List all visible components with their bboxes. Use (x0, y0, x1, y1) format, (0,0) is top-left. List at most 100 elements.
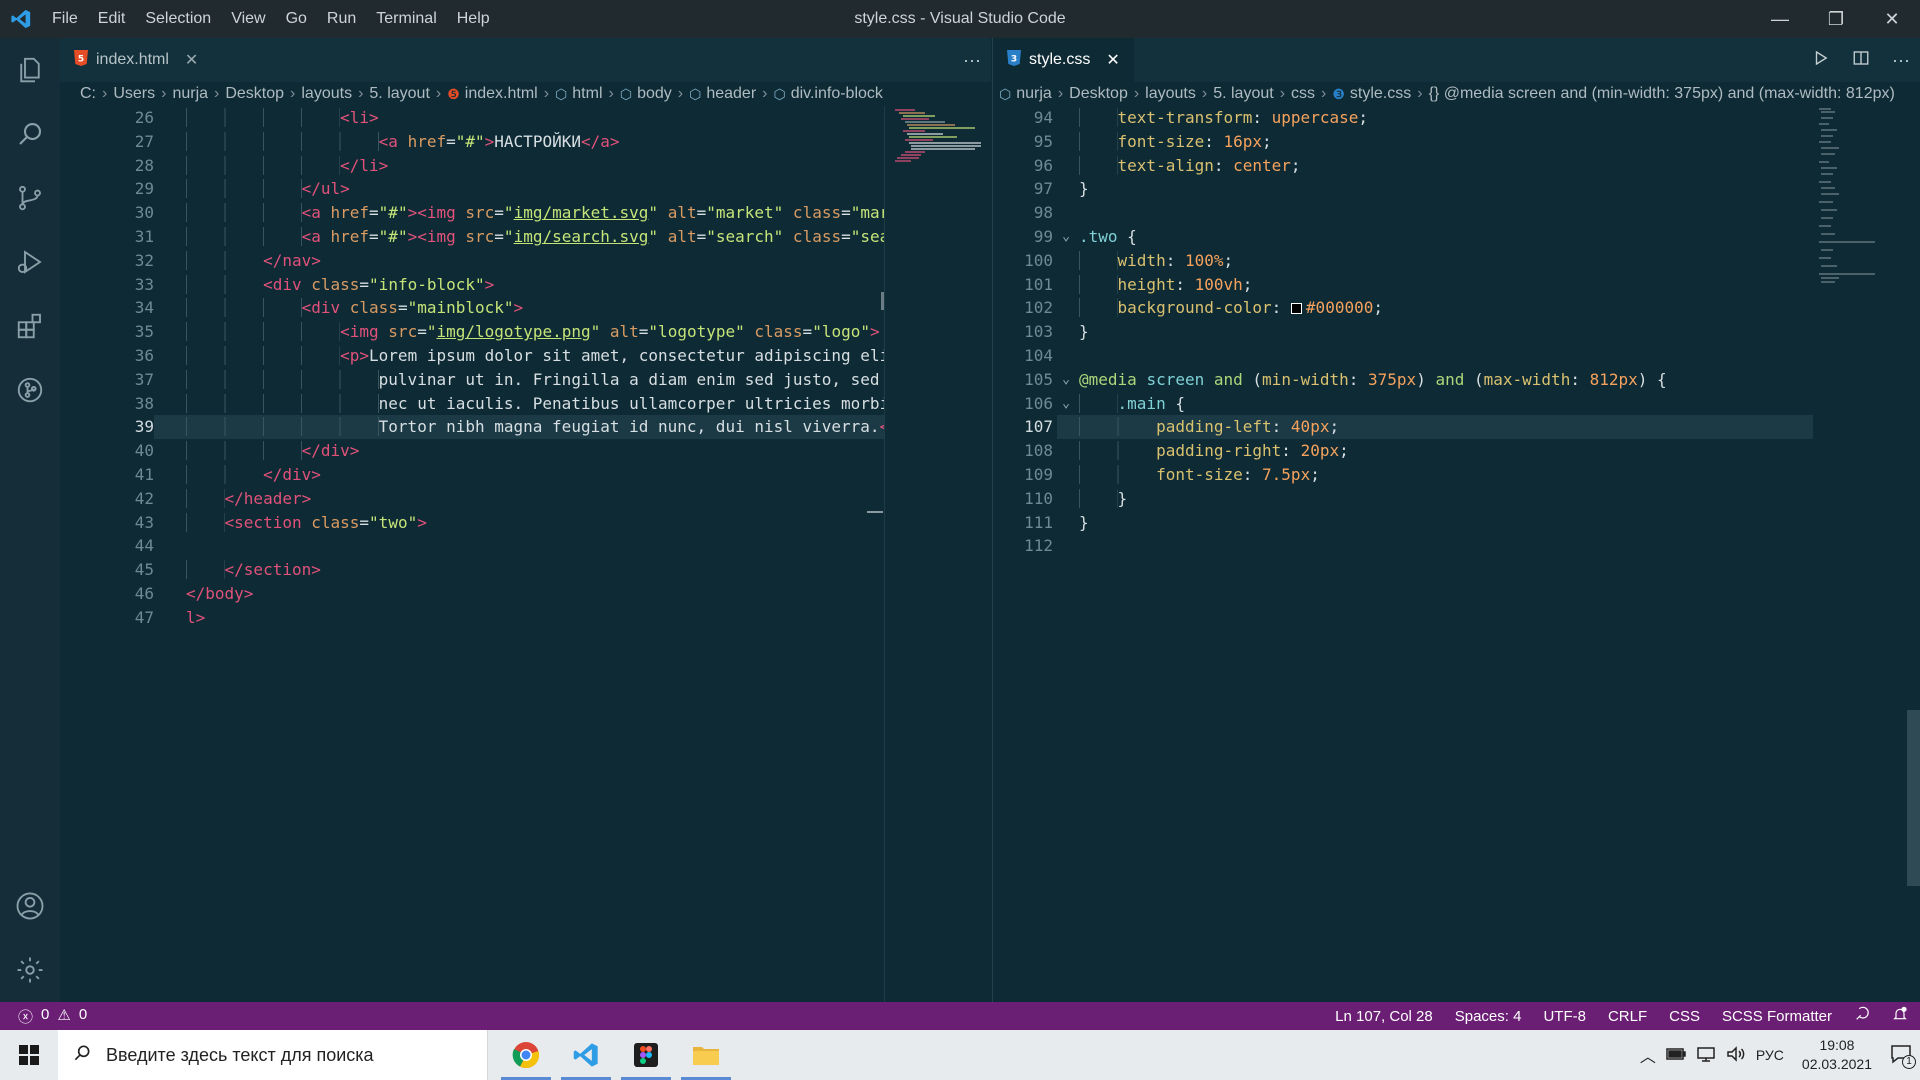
menu-go[interactable]: Go (276, 0, 317, 38)
chevron-up-icon[interactable]: ︿ (1640, 1043, 1656, 1067)
breadcrumb-item[interactable]: Desktop (1069, 85, 1128, 103)
chrome-icon[interactable] (496, 1030, 556, 1080)
taskbar-search-box[interactable]: Введите здесь текст для поиска (58, 1030, 488, 1080)
minimap-left[interactable] (867, 106, 990, 1002)
code-line[interactable]: 29 </ul> (60, 177, 884, 201)
code-line[interactable]: 31 <a href="#"><img src="img/search.svg"… (60, 225, 884, 249)
code-line[interactable]: 96 text-align: center; (993, 154, 1815, 178)
code-line[interactable]: 32 </nav> (60, 249, 884, 273)
code-line[interactable]: 41 </div> (60, 463, 884, 487)
breadcrumb-item[interactable]: header (706, 85, 756, 103)
code-line[interactable]: 104 (993, 344, 1815, 368)
code-line[interactable]: 110 } (993, 487, 1815, 511)
menu-help[interactable]: Help (447, 0, 500, 38)
fold-chevron-icon[interactable]: ⌄ (1053, 225, 1079, 249)
explorer-icon[interactable] (676, 1030, 736, 1080)
search-icon[interactable] (0, 102, 60, 166)
formatter[interactable]: SCSS Formatter (1722, 1008, 1832, 1025)
git-lens-icon[interactable] (0, 358, 60, 422)
menu-terminal[interactable]: Terminal (366, 0, 446, 38)
indentation[interactable]: Spaces: 4 (1455, 1008, 1522, 1025)
code-line[interactable]: 40 </div> (60, 439, 884, 463)
breadcrumb-item[interactable]: div.info-block (791, 85, 883, 103)
code-line[interactable]: 35 <img src="img/logotype.png" alt="logo… (60, 320, 884, 344)
split-editor-icon[interactable] (1852, 49, 1870, 72)
menu-run[interactable]: Run (317, 0, 366, 38)
breadcrumb-item[interactable]: C: (80, 85, 96, 103)
minimap-right[interactable] (1815, 106, 1920, 1002)
run-icon[interactable] (1812, 49, 1830, 72)
code-line[interactable]: 103} (993, 320, 1815, 344)
code-line[interactable]: 45 </section> (60, 558, 884, 582)
code-editor-right[interactable]: 94 text-transform: uppercase; 95 font-siz… (993, 106, 1815, 1002)
clock[interactable]: 19:08 02.03.2021 (1794, 1036, 1880, 1074)
code-line[interactable]: 36 <p>Lorem ipsum dolor sit amet, consec… (60, 344, 884, 368)
code-line[interactable]: 37 pulvinar ut in. Fringilla a diam enim… (60, 368, 884, 392)
code-line[interactable]: 108 padding-right: 20px; (993, 439, 1815, 463)
account-icon[interactable] (0, 874, 60, 938)
extensions-icon[interactable] (0, 294, 60, 358)
breadcrumb-item[interactable]: layouts (1145, 85, 1196, 103)
notifications-bell-icon[interactable] (1892, 1006, 1908, 1026)
code-line[interactable]: 94 text-transform: uppercase; (993, 106, 1815, 130)
battery-icon[interactable] (1666, 1047, 1686, 1064)
code-line[interactable]: 99 ⌄ .two { (993, 225, 1815, 249)
code-line[interactable]: 42 </header> (60, 487, 884, 511)
fold-chevron-icon[interactable]: ⌄ (1053, 368, 1079, 392)
code-line[interactable]: 98 (993, 201, 1815, 225)
code-line[interactable]: 97} (993, 177, 1815, 201)
problems-indicator[interactable]: ⓧ 0 ⚠ 0 (0, 1006, 87, 1027)
input-language[interactable]: РУС (1756, 1047, 1784, 1063)
code-editor-left[interactable]: 26 <li> 27 <a href="#">НАСТРОЙКИ</a> 28 </… (60, 106, 884, 1002)
color-swatch-icon[interactable] (1290, 303, 1302, 315)
code-line[interactable]: 43 <section class="two"> (60, 511, 884, 535)
code-line[interactable]: 33 <div class="info-block"> (60, 273, 884, 297)
code-line[interactable]: 105 ⌄ @media screen and (min-width: 375px)… (993, 368, 1815, 392)
breadcrumb-item[interactable]: nurja (172, 85, 208, 103)
close-window-button[interactable]: ✕ (1864, 0, 1920, 38)
breadcrumb-item[interactable]: Users (113, 85, 155, 103)
vscode-icon[interactable] (556, 1030, 616, 1080)
breadcrumb-item[interactable]: css (1291, 85, 1315, 103)
fold-chevron-icon[interactable]: ⌄ (1053, 392, 1079, 416)
more-actions-button[interactable]: ··· (1892, 50, 1910, 71)
tab-index-html[interactable]: 5 index.html ✕ (60, 38, 212, 82)
menu-view[interactable]: View (221, 0, 275, 38)
code-line[interactable]: 27 <a href="#">НАСТРОЙКИ</a> (60, 130, 884, 154)
code-line[interactable]: 102 background-color: #000000; (993, 296, 1815, 320)
breadcrumb-item[interactable]: Desktop (225, 85, 284, 103)
code-line[interactable]: 112 (993, 534, 1815, 558)
code-line[interactable]: 95 font-size: 16px; (993, 130, 1815, 154)
breadcrumb-item[interactable]: {} @media screen and (min-width: 375px) … (1429, 85, 1895, 103)
code-line[interactable]: 34 <div class="mainblock"> (60, 296, 884, 320)
menu-file[interactable]: File (42, 0, 88, 38)
code-line[interactable]: 46 </body> (60, 582, 884, 606)
more-actions-button[interactable]: ··· (963, 50, 981, 71)
menu-selection[interactable]: Selection (135, 0, 221, 38)
network-icon[interactable] (1696, 1046, 1716, 1065)
breadcrumb-item[interactable]: 5. layout (1213, 85, 1273, 103)
code-line[interactable]: 106 ⌄ .main { (993, 392, 1815, 416)
volume-icon[interactable] (1726, 1045, 1746, 1065)
breadcrumb-item[interactable]: style.css (1350, 85, 1411, 103)
code-line[interactable]: 39 Tortor nibh magna feugiat id nunc, du… (60, 415, 884, 440)
code-line[interactable]: 30 <a href="#"><img src="img/market.svg"… (60, 201, 884, 225)
breadcrumb-item[interactable]: layouts (301, 85, 352, 103)
settings-gear-icon[interactable] (0, 938, 60, 1002)
breadcrumb-item[interactable]: nurja (1016, 85, 1052, 103)
breadcrumb-item[interactable]: html (572, 85, 602, 103)
breadcrumb-item[interactable]: 5. layout (369, 85, 429, 103)
menu-edit[interactable]: Edit (88, 0, 136, 38)
code-line[interactable]: 109 font-size: 7.5px; (993, 463, 1815, 487)
code-line[interactable]: 28 </li> (60, 154, 884, 178)
feedback-icon[interactable] (1854, 1006, 1870, 1026)
language-mode[interactable]: CSS (1669, 1008, 1700, 1025)
code-line[interactable]: 100 width: 100%; (993, 249, 1815, 273)
breadcrumb-item[interactable]: index.html (465, 85, 538, 103)
figma-icon[interactable] (616, 1030, 676, 1080)
end-of-line[interactable]: CRLF (1608, 1008, 1647, 1025)
code-line[interactable]: 47 l> (60, 606, 884, 630)
code-line[interactable]: 111} (993, 511, 1815, 535)
run-debug-icon[interactable] (0, 230, 60, 294)
minimize-button[interactable]: — (1752, 0, 1808, 38)
